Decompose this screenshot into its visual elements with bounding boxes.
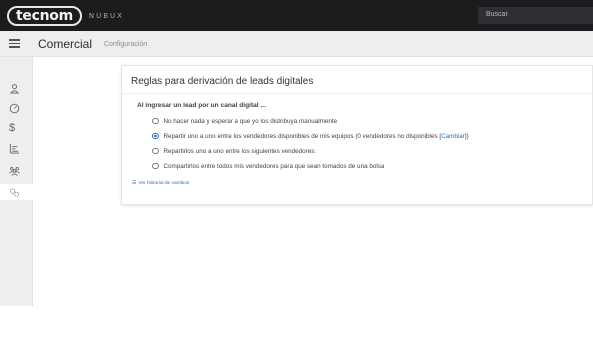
option-round-robin-teams[interactable]: Repartir uno a uno entre los vendedores … bbox=[152, 131, 469, 141]
sidebar-item-settings[interactable] bbox=[0, 184, 33, 200]
history-link-label: Ver historial de cambios bbox=[138, 180, 190, 186]
option-label: Repartir uno a uno entre los vendedores … bbox=[163, 132, 442, 140]
search-input[interactable]: Buscar bbox=[478, 7, 593, 24]
page-header: Comercial Configuración bbox=[0, 31, 593, 57]
change-link[interactable]: Cambiar bbox=[441, 133, 465, 140]
sidebar-item-teams[interactable] bbox=[0, 162, 33, 178]
app-logo[interactable]: tecnom NUBUX bbox=[7, 6, 124, 26]
sidebar-item-sales[interactable]: $ bbox=[0, 120, 33, 136]
team-icon bbox=[9, 166, 20, 176]
section-label: Al ingresar un lead por un canal digital… bbox=[137, 102, 266, 109]
option-shared-pool[interactable]: Compartirlos entre todos mis vendedores … bbox=[152, 161, 384, 171]
sidebar-item-dashboard[interactable] bbox=[0, 100, 33, 116]
card-title: Reglas para derivación de leads digitale… bbox=[131, 76, 314, 87]
option-label-suffix: ]) bbox=[464, 132, 469, 140]
logo-subtitle: NUBUX bbox=[88, 12, 124, 20]
page-subtitle: Configuración bbox=[104, 41, 148, 48]
option-label: Compartirlos entre todos mis vendedores … bbox=[163, 162, 385, 170]
sidebar: $ bbox=[0, 57, 33, 306]
radio-selected-sellers[interactable] bbox=[152, 147, 159, 155]
radio-manual[interactable] bbox=[152, 117, 159, 125]
bar-chart-icon bbox=[9, 143, 20, 154]
radio-round-robin-teams[interactable] bbox=[152, 132, 159, 140]
hamburger-menu-icon[interactable] bbox=[9, 39, 20, 48]
gauge-icon bbox=[9, 103, 20, 113]
option-label: Repartirlos uno a uno entre los siguient… bbox=[163, 147, 317, 155]
lead-rules-card: Reglas para derivación de leads digitale… bbox=[121, 65, 593, 205]
dollar-icon: $ bbox=[9, 121, 16, 134]
history-link[interactable]: ☰ Ver historial de cambios bbox=[132, 180, 189, 186]
page-title: Comercial bbox=[38, 37, 93, 51]
top-bar: tecnom NUBUX Buscar bbox=[0, 0, 593, 31]
option-manual[interactable]: No hacer nada y esperar a que yo los dis… bbox=[152, 116, 337, 126]
sidebar-item-contacts[interactable] bbox=[0, 80, 33, 96]
option-label: No hacer nada y esperar a que yo los dis… bbox=[163, 117, 338, 125]
settings-icon bbox=[10, 188, 19, 197]
divider bbox=[122, 93, 592, 94]
radio-shared-pool[interactable] bbox=[152, 162, 159, 170]
option-selected-sellers[interactable]: Repartirlos uno a uno entre los siguient… bbox=[152, 146, 316, 156]
logo-wordmark: tecnom bbox=[7, 6, 82, 26]
list-icon: ☰ bbox=[132, 180, 137, 186]
user-icon bbox=[9, 83, 20, 94]
sidebar-item-reports[interactable] bbox=[0, 140, 33, 156]
